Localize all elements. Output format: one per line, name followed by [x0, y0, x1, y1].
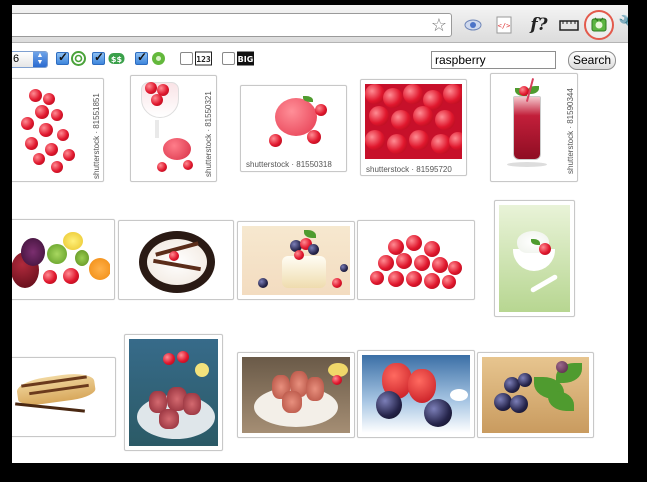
filter-123-checkbox[interactable]: [180, 52, 193, 65]
image-caption: shutterstock · 81595720: [366, 165, 452, 174]
filter-1-checkbox[interactable]: [56, 50, 69, 65]
thumbnail-raspberry-sorbet[interactable]: shutterstock · 81550321: [130, 75, 217, 182]
extension-controls: 6 ▲▼ $$ 123 BIG Search: [12, 45, 628, 73]
thumbnail-raspberry-drink[interactable]: shutterstock · 81590344: [490, 73, 578, 182]
thumbnail-image: [135, 80, 200, 177]
svg-text:BIG: BIG: [238, 55, 254, 64]
filter-3-checkbox[interactable]: [135, 50, 148, 65]
image-caption: shutterstock · 81590344: [566, 88, 575, 174]
thumbnail-dumplings[interactable]: [237, 352, 355, 438]
svg-text:123: 123: [196, 55, 211, 64]
thumbnail-raspberry-heap[interactable]: [357, 220, 475, 300]
thumbnail-image: [245, 90, 342, 155]
thumbnail-sorbet-scoop[interactable]: shutterstock · 81550318: [240, 85, 347, 172]
thumbnail-raspberries-pile[interactable]: shutterstock · 81551851: [12, 78, 104, 182]
thumbnail-frozen-yogurt[interactable]: [494, 200, 575, 317]
spiral-icon: [71, 51, 86, 66]
thumbnail-image: [362, 355, 470, 433]
thumbnail-dessert-plate[interactable]: [124, 334, 223, 451]
svg-text:$$: $$: [111, 55, 123, 64]
thumbnail-image: [12, 83, 87, 177]
thumbnail-image: [499, 205, 570, 312]
thumbnail-image: [482, 357, 589, 433]
filter-2-checkbox[interactable]: [92, 50, 105, 65]
extension-icon-highlighted[interactable]: [584, 10, 614, 40]
thumbnail-berry-cake[interactable]: [237, 221, 355, 300]
size-select[interactable]: 6 ▲ ▼: [12, 51, 48, 68]
extension-icon-2[interactable]: </>: [493, 14, 515, 36]
address-bar[interactable]: ☆: [12, 13, 452, 37]
thumbnail-raspberry-closeup[interactable]: shutterstock · 81595720: [360, 79, 467, 176]
thumbnail-strawberry-blackberry[interactable]: [357, 350, 475, 438]
extension-icon-1[interactable]: [462, 14, 484, 36]
thumbnail-image: [242, 357, 350, 433]
image-caption: shutterstock · 81550321: [204, 91, 213, 177]
image-caption: shutterstock · 81551851: [92, 93, 101, 179]
filter-big-checkbox[interactable]: [222, 52, 235, 65]
star-icon[interactable]: ☆: [431, 14, 447, 36]
search-input[interactable]: [431, 51, 556, 69]
extension-icon-fquestion[interactable]: f?: [524, 14, 554, 36]
screen-frame: ☆ </> f? 🔧 6 ▲▼ $$ 123 BIG: [0, 0, 647, 482]
thumbnail-image: [12, 224, 110, 295]
select-arrows-icon: ▲ ▼: [33, 52, 47, 67]
thumbnail-blackberries[interactable]: [477, 352, 594, 438]
size-select-value: 6: [13, 53, 20, 65]
thumbnail-image: [129, 339, 218, 446]
svg-text:</>: </>: [498, 22, 511, 30]
image-caption: shutterstock · 81550318: [246, 160, 332, 169]
browser-window: ☆ </> f? 🔧 6 ▲▼ $$ 123 BIG: [12, 5, 628, 463]
dollar-badge-icon: $$: [108, 53, 125, 64]
big-icon: BIG: [237, 51, 254, 66]
browser-toolbar: ☆ </> f? 🔧: [12, 5, 628, 43]
thumbnail-fruit-assortment[interactable]: [12, 219, 115, 300]
thumbnail-image: [365, 84, 462, 159]
thumbnail-image: [242, 226, 350, 295]
thumbnail-image: [12, 362, 111, 432]
thumbnail-crepe[interactable]: [12, 357, 116, 437]
numbers-icon: 123: [195, 51, 212, 66]
search-button[interactable]: Search: [568, 51, 616, 70]
thumbnail-ice-cream-bowl[interactable]: [118, 220, 234, 300]
thumbnail-image: [123, 225, 229, 295]
extension-icon-4[interactable]: [558, 14, 580, 36]
wrench-icon[interactable]: 🔧: [618, 15, 628, 35]
thumbnail-image: [362, 225, 470, 295]
thumbnail-image: [495, 78, 561, 177]
disc-icon: [152, 52, 165, 65]
